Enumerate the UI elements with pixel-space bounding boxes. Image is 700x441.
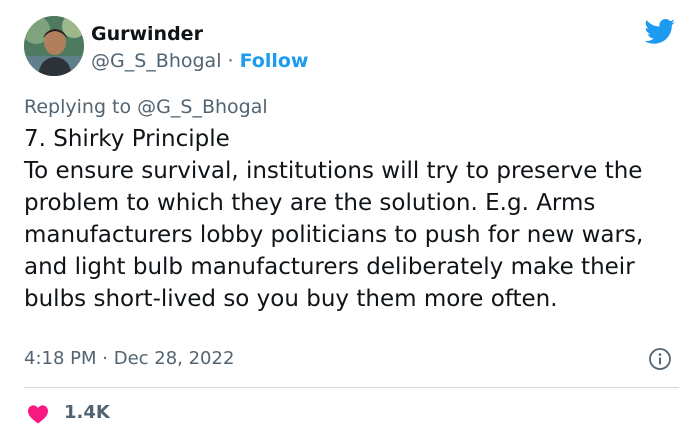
replying-to: Replying to @G_S_Bhogal (24, 96, 268, 118)
meta-separator: · (96, 348, 114, 369)
follow-button[interactable]: Follow (240, 50, 309, 72)
author-handle-row: @G_S_Bhogal · Follow (91, 50, 309, 72)
avatar-image (24, 16, 84, 76)
like-count[interactable]: 1.4K (64, 402, 110, 423)
handle-separator: · (221, 50, 240, 72)
replying-to-mention[interactable]: @G_S_Bhogal (137, 96, 267, 118)
tweet-body: 7. Shirky Principle To ensure survival, … (24, 123, 679, 315)
author-name[interactable]: Gurwinder (91, 23, 203, 45)
tweet-timestamp[interactable]: 4:18 PM · Dec 28, 2022 (24, 348, 234, 369)
divider (24, 387, 679, 388)
replying-to-prefix: Replying to (24, 96, 138, 118)
tweet-date: Dec 28, 2022 (113, 348, 235, 369)
info-icon[interactable] (648, 347, 672, 371)
tweet-text: To ensure survival, institutions will tr… (24, 158, 644, 312)
tweet-time: 4:18 PM (24, 348, 97, 369)
heart-icon[interactable] (27, 404, 49, 424)
twitter-bird-icon[interactable] (644, 19, 676, 45)
author-handle[interactable]: @G_S_Bhogal (91, 50, 221, 72)
avatar[interactable] (24, 16, 84, 76)
tweet-heading: 7. Shirky Principle (24, 126, 230, 152)
